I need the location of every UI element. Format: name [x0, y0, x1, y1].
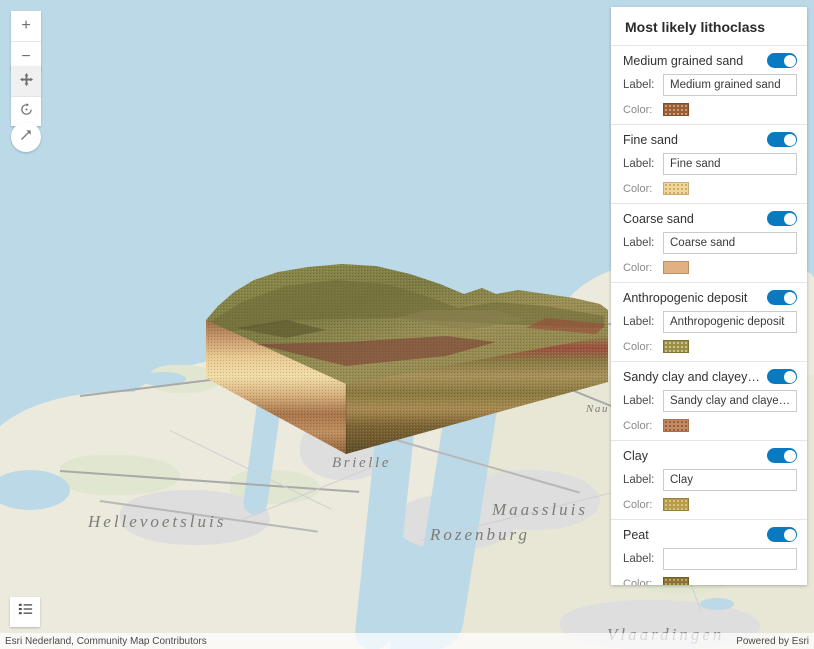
color-field-caption: Color:: [623, 104, 657, 116]
panel-title: Most likely lithoclass: [611, 7, 807, 46]
color-field-row: Color:: [623, 577, 797, 585]
label-field-caption: Label:: [623, 237, 657, 249]
toggle-knob: [784, 371, 796, 383]
label-field-caption: Label:: [623, 79, 657, 91]
lithoclass-color-swatch[interactable]: [663, 577, 689, 585]
label-field-row: Label:: [623, 232, 797, 254]
lithoclass-color-swatch[interactable]: [663, 498, 689, 511]
lithoclass-toggle[interactable]: [767, 132, 797, 147]
toggle-knob: [784, 529, 796, 541]
attribution-source: Esri Nederland, Community Map Contributo…: [5, 636, 207, 647]
toggle-knob: [784, 450, 796, 462]
label-field-caption: Label:: [623, 316, 657, 328]
label-field-row: Label:: [623, 469, 797, 491]
app-root: BrielleMaassluisRozenburgHellevoetsluisV…: [0, 0, 814, 649]
zoom-control-group: + −: [11, 11, 41, 71]
attribution-powered-by: Powered by Esri: [736, 636, 809, 647]
navigation-control-group: [11, 66, 41, 126]
color-field-row: Color:: [623, 498, 797, 511]
zoom-in-button[interactable]: +: [11, 11, 41, 41]
lithoclass-toggle[interactable]: [767, 527, 797, 542]
label-field-caption: Label:: [623, 553, 657, 565]
lithoclass-color-swatch[interactable]: [663, 419, 689, 432]
lithoclass-header: Clay: [623, 448, 797, 463]
lithoclass-header: Peat: [623, 527, 797, 542]
lithoclass-header: Anthropogenic deposit: [623, 290, 797, 305]
color-field-row: Color:: [623, 103, 797, 116]
lithoclass-label-input[interactable]: [663, 153, 797, 175]
toggle-knob: [784, 292, 796, 304]
color-field-caption: Color:: [623, 499, 657, 511]
lithoclass-header: Medium grained sand: [623, 53, 797, 68]
lithoclass-name: Coarse sand: [623, 212, 700, 226]
lithoclass-item: Peat Label: Color:: [611, 520, 807, 585]
toggle-knob: [784, 213, 796, 225]
lithoclass-item: Coarse sand Label: Color:: [611, 204, 807, 283]
color-field-caption: Color:: [623, 341, 657, 353]
lithoclass-item: Anthropogenic deposit Label: Color:: [611, 283, 807, 362]
lithoclass-color-swatch[interactable]: [663, 103, 689, 116]
toggle-knob: [784, 134, 796, 146]
lithoclass-color-swatch[interactable]: [663, 182, 689, 195]
color-field-row: Color:: [623, 340, 797, 353]
lithoclass-item: Sandy clay and clayey sand Label: Color:: [611, 362, 807, 441]
color-field-row: Color:: [623, 261, 797, 274]
navigate-icon: [18, 127, 34, 148]
lithoclass-toggle[interactable]: [767, 53, 797, 68]
legend-icon: [17, 601, 34, 623]
color-field-row: Color:: [623, 182, 797, 195]
lithoclass-name: Fine sand: [623, 133, 684, 147]
label-field-row: Label:: [623, 390, 797, 412]
lithoclass-panel: Most likely lithoclass Medium grained sa…: [611, 7, 807, 585]
color-field-caption: Color:: [623, 578, 657, 586]
lithoclass-item: Medium grained sand Label: Color:: [611, 46, 807, 125]
lithoclass-item: Fine sand Label: Color:: [611, 125, 807, 204]
color-field-caption: Color:: [623, 420, 657, 432]
pan-icon: [19, 72, 34, 91]
lithoclass-label-input[interactable]: [663, 469, 797, 491]
lithoclass-label-input[interactable]: [663, 548, 797, 570]
rotate-icon: [19, 102, 34, 121]
navigate-button[interactable]: [11, 122, 41, 152]
lithoclass-toggle[interactable]: [767, 369, 797, 384]
lithoclass-header: Sandy clay and clayey sand: [623, 369, 797, 384]
lithoclass-label-input[interactable]: [663, 232, 797, 254]
pan-button[interactable]: [11, 66, 41, 96]
lithoclass-toggle[interactable]: [767, 448, 797, 463]
attribution-bar: Esri Nederland, Community Map Contributo…: [0, 633, 814, 649]
label-field-row: Label:: [623, 311, 797, 333]
label-field-caption: Label:: [623, 395, 657, 407]
lithoclass-color-swatch[interactable]: [663, 340, 689, 353]
lithoclass-label-input[interactable]: [663, 311, 797, 333]
label-field-row: Label:: [623, 74, 797, 96]
lithoclass-toggle[interactable]: [767, 211, 797, 226]
label-field-row: Label:: [623, 153, 797, 175]
lithoclass-toggle[interactable]: [767, 290, 797, 305]
color-field-caption: Color:: [623, 183, 657, 195]
lithoclass-name: Peat: [623, 528, 655, 542]
label-field-row: Label:: [623, 548, 797, 570]
lithoclass-name: Sandy clay and clayey sand: [623, 370, 767, 384]
toggle-knob: [784, 55, 796, 67]
lithoclass-color-swatch[interactable]: [663, 261, 689, 274]
lithoclass-item: Clay Label: Color:: [611, 441, 807, 520]
color-field-row: Color:: [623, 419, 797, 432]
lithoclass-name: Anthropogenic deposit: [623, 291, 753, 305]
lithoclass-list[interactable]: Medium grained sandLabel:Color:Fine sand…: [611, 46, 807, 585]
color-field-caption: Color:: [623, 262, 657, 274]
legend-button[interactable]: [10, 597, 40, 627]
map-water-body: [700, 598, 734, 610]
lithoclass-name: Clay: [623, 449, 654, 463]
label-field-caption: Label:: [623, 158, 657, 170]
lithoclass-label-input[interactable]: [663, 74, 797, 96]
lithoclass-name: Medium grained sand: [623, 54, 749, 68]
lithoclass-header: Coarse sand: [623, 211, 797, 226]
lithoclass-header: Fine sand: [623, 132, 797, 147]
lithoclass-label-input[interactable]: [663, 390, 797, 412]
label-field-caption: Label:: [623, 474, 657, 486]
